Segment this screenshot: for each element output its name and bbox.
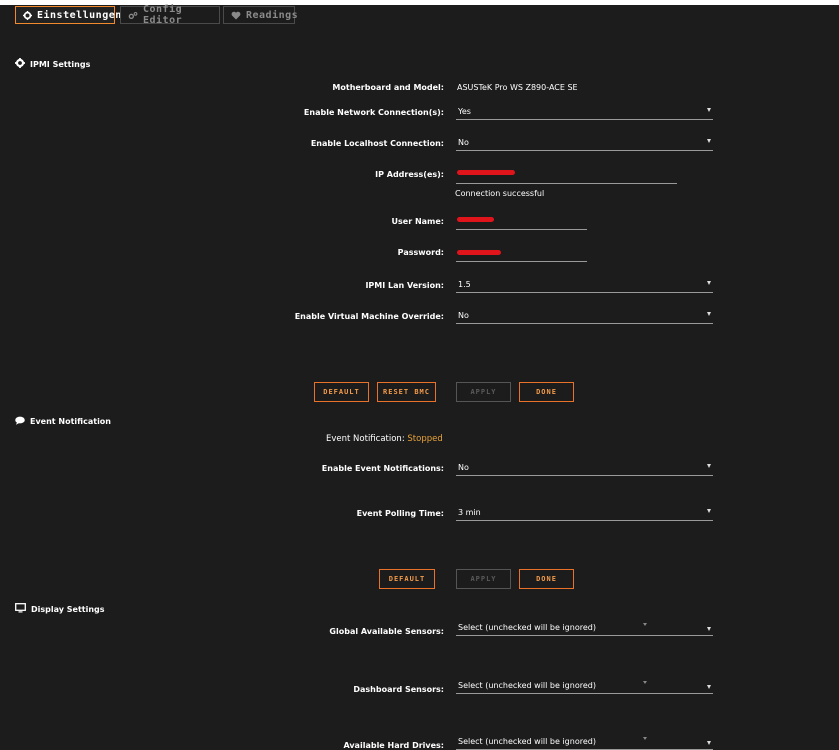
ipmi-default-button[interactable]: DEFAULT [314,382,369,402]
motherboard-label: Motherboard and Model: [332,83,444,92]
localhost-connection-value: No [458,138,469,147]
chevron-down-icon [707,627,711,631]
enable-event-notifications-select[interactable]: No [456,460,713,476]
ip-address-label: IP Address(es): [375,170,444,179]
event-notification-status: Event Notification: Stopped [326,434,443,444]
gears-icon [128,11,138,20]
comment-icon [15,416,25,427]
hard-drives-label: Available Hard Drives: [343,741,444,750]
network-connection-select[interactable]: Yes [456,104,713,120]
tab-readings-label: Readings [246,9,299,21]
ip-address-input[interactable] [456,170,677,184]
user-name-input[interactable] [456,216,587,230]
chevron-down-icon [707,312,711,316]
tab-readings[interactable]: Readings [223,6,299,24]
chevron-down-icon [707,741,711,745]
vm-override-select[interactable]: No [456,308,713,324]
event-default-button[interactable]: DEFAULT [379,569,435,589]
chevron-down-icon [643,681,647,684]
ipmi-done-button[interactable]: DONE [519,382,574,402]
chevron-down-icon [707,281,711,285]
global-sensors-select[interactable]: Select (unchecked will be ignored) [456,620,713,636]
localhost-connection-label: Enable Localhost Connection: [310,139,444,148]
redaction-mark [457,250,501,255]
password-input[interactable] [456,248,587,262]
ipmi-section-label: IPMI Settings [30,59,91,69]
monitor-icon [15,603,26,615]
connection-status: Connection successful [455,189,545,198]
chevron-down-icon [707,108,711,112]
ipmi-apply-button[interactable]: APPLY [456,382,511,402]
gear-icon [15,58,25,70]
ipmi-lan-version-label: IPMI Lan Version: [365,281,444,290]
hard-drives-value: Select (unchecked will be ignored) [458,737,596,746]
gear-icon [23,10,32,20]
global-sensors-value: Select (unchecked will be ignored) [458,623,596,632]
hard-drives-select[interactable]: Select (unchecked will be ignored) [456,734,713,750]
network-connection-value: Yes [458,107,471,116]
dashboard-sensors-label: Dashboard Sensors: [353,685,444,694]
heartbeat-icon [231,11,241,20]
tab-bar: Einstellungen Config Editor Readings [0,0,839,28]
enable-event-notifications-value: No [458,463,469,472]
chevron-down-icon [707,509,711,513]
chevron-down-icon [707,464,711,468]
display-section-label: Display Settings [31,604,105,614]
display-section-title: Display Settings [15,603,105,615]
vm-override-value: No [458,311,469,320]
ipmi-section-title: IPMI Settings [15,58,90,70]
dashboard-sensors-value: Select (unchecked will be ignored) [458,681,596,690]
event-section-label: Event Notification [30,417,111,426]
window-top-edge [0,0,839,5]
chevron-down-icon [643,737,647,740]
redaction-mark [457,217,494,222]
chevron-down-icon [643,623,647,626]
global-sensors-label: Global Available Sensors: [329,627,444,636]
event-apply-button[interactable]: APPLY [456,569,511,589]
redaction-mark [457,170,515,175]
event-status-label: Event Notification: [326,434,405,444]
vm-override-label: Enable Virtual Machine Override: [294,312,444,321]
chevron-down-icon [707,685,711,689]
chevron-down-icon [707,139,711,143]
enable-event-notifications-label: Enable Event Notifications: [321,464,444,473]
dashboard-sensors-select[interactable]: Select (unchecked will be ignored) [456,678,713,694]
ipmi-lan-version-select[interactable]: 1.5 [456,277,713,293]
ipmi-lan-version-value: 1.5 [458,280,471,289]
tab-einstellungen-label: Einstellungen [37,9,122,21]
event-section-title: Event Notification [15,416,111,427]
localhost-connection-select[interactable]: No [456,135,713,151]
event-polling-time-select[interactable]: 3 min [456,505,713,521]
tab-config-editor-label: Config Editor [143,4,183,26]
event-polling-time-label: Event Polling Time: [356,509,444,518]
event-polling-time-value: 3 min [458,508,481,517]
motherboard-value: ASUSTeK Pro WS Z890-ACE SE [457,83,578,92]
reset-bmc-button[interactable]: RESET BMC [377,382,436,402]
password-label: Password: [397,248,444,257]
user-name-label: User Name: [391,217,444,226]
tab-einstellungen[interactable]: Einstellungen [15,6,121,24]
event-status-value: Stopped [407,434,443,444]
tab-config-editor[interactable]: Config Editor [120,4,220,26]
network-connection-label: Enable Network Connection(s): [303,108,444,117]
event-done-button[interactable]: DONE [519,569,574,589]
